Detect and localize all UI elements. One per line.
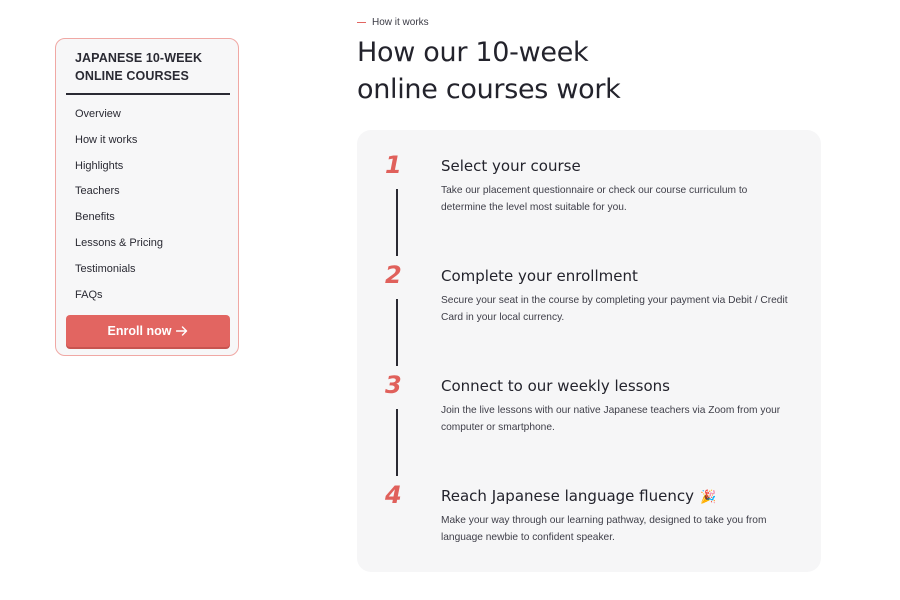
step-item: 1 Select your course Take our placement … <box>357 130 821 256</box>
sidebar-item-highlights[interactable]: Highlights <box>75 154 163 180</box>
step-number: 3 <box>385 371 402 399</box>
sidebar-item-benefits[interactable]: Benefits <box>75 205 163 231</box>
page-title: How our 10-week online courses work <box>357 34 621 108</box>
step-description: Secure your seat in the course by comple… <box>441 295 788 323</box>
eyebrow-dash <box>357 22 366 23</box>
sidebar-item-lessons-pricing[interactable]: Lessons & Pricing <box>75 231 163 257</box>
eyebrow-label: How it works <box>372 17 429 28</box>
sidebar-divider <box>66 93 230 95</box>
party-popper-icon: 🎉 <box>700 490 717 505</box>
section-eyebrow: How it works <box>357 17 429 28</box>
arrow-right-icon <box>176 326 188 336</box>
step-number: 2 <box>385 261 402 289</box>
sidebar-item-how-it-works[interactable]: How it works <box>75 128 163 154</box>
page-title-line-1: How our 10-week <box>357 37 589 68</box>
step-number: 1 <box>385 151 402 179</box>
sidebar-item-testimonials[interactable]: Testimonials <box>75 257 163 283</box>
step-title: Reach Japanese language fluency <box>441 487 694 505</box>
step-title: Select your course <box>441 157 581 175</box>
step-description: Make your way through our learning pathw… <box>441 515 767 543</box>
step-item: 3 Connect to our weekly lessons Join the… <box>357 350 821 476</box>
step-description: Join the live lessons with our native Ja… <box>441 405 781 433</box>
course-sidebar: JAPANESE 10-WEEK ONLINE COURSES Overview… <box>55 38 239 356</box>
page-title-line-2: online courses work <box>357 74 621 105</box>
sidebar-nav: Overview How it works Highlights Teacher… <box>75 102 163 308</box>
step-title: Complete your enrollment <box>441 267 638 285</box>
enroll-now-button[interactable]: Enroll now <box>66 315 230 347</box>
step-number: 4 <box>385 481 402 509</box>
step-title: Connect to our weekly lessons <box>441 377 670 395</box>
step-title-wrapper: Reach Japanese language fluency 🎉 <box>441 485 716 509</box>
steps-card: 1 Select your course Take our placement … <box>357 130 821 572</box>
sidebar-title: JAPANESE 10-WEEK ONLINE COURSES <box>75 51 203 83</box>
step-item: 4 Reach Japanese language fluency 🎉 Make … <box>357 460 821 570</box>
step-item: 2 Complete your enrollment Secure your s… <box>357 240 821 366</box>
sidebar-item-teachers[interactable]: Teachers <box>75 179 163 205</box>
sidebar-item-faqs[interactable]: FAQs <box>75 283 163 309</box>
step-description: Take our placement questionnaire or chec… <box>441 185 748 213</box>
enroll-now-label: Enroll now <box>107 324 172 338</box>
sidebar-item-overview[interactable]: Overview <box>75 102 163 128</box>
